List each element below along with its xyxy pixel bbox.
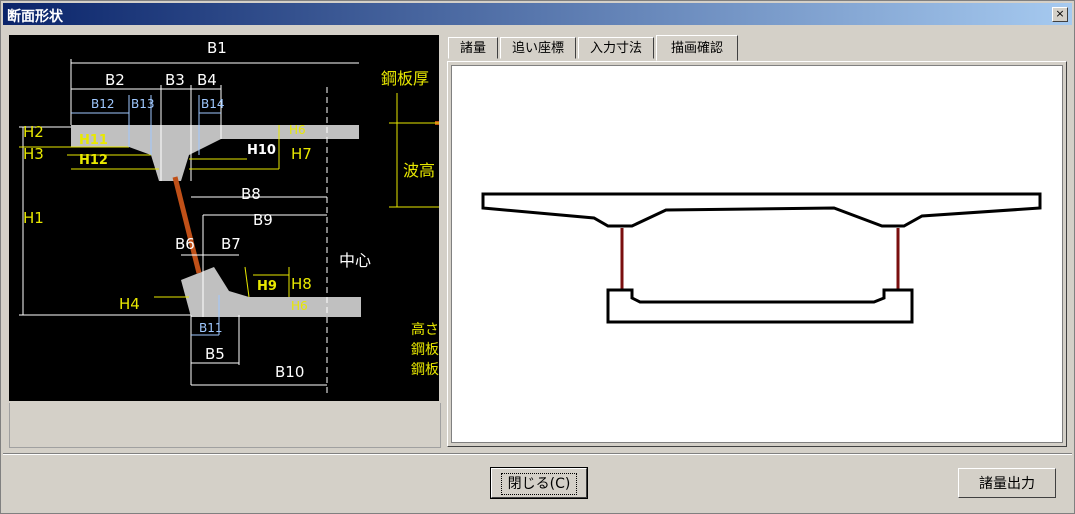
dim-label-h7: H7 xyxy=(291,145,312,163)
dim-label-b10: B10 xyxy=(275,363,305,381)
preview-upper-deck xyxy=(481,192,1042,228)
dim-label-b4: B4 xyxy=(197,71,217,89)
dim-label-b8: B8 xyxy=(241,185,261,203)
tab-tracking-coordinates[interactable]: 追い座標 xyxy=(500,37,576,59)
tab-quantities[interactable]: 諸量 xyxy=(448,37,498,59)
dim-label-h3: H3 xyxy=(23,145,44,163)
dim-label-h8: H8 xyxy=(291,275,312,293)
dim-label-b14: B14 xyxy=(201,97,225,111)
dim-label-b2: B2 xyxy=(105,71,125,89)
dim-label-h4: H4 xyxy=(119,295,140,313)
label-wave-height: 波高 xyxy=(403,161,436,180)
close-button-label: 閉じる(C) xyxy=(500,473,578,495)
tab-drawing-check[interactable]: 描画確認 xyxy=(656,35,738,61)
dim-label-b1: B1 xyxy=(207,39,227,57)
output-quantities-button[interactable]: 諸量出力 xyxy=(958,468,1056,498)
dim-label-h10: H10 xyxy=(247,143,276,158)
dim-label-h1: H1 xyxy=(23,209,44,227)
dim-label-b7: B7 xyxy=(221,235,241,253)
footer-separator xyxy=(3,453,1072,455)
dim-label-b3: B3 xyxy=(165,71,185,89)
dim-label-b12: B12 xyxy=(91,97,115,111)
dim-label-b6: B6 xyxy=(175,235,195,253)
dim-label-b9: B9 xyxy=(253,211,273,229)
dim-label-h6-lower: H6 xyxy=(291,299,308,313)
left-lower-panel xyxy=(9,403,441,448)
label-steel-thickness: 鋼板厚 xyxy=(381,69,430,88)
dim-label-h12: H12 xyxy=(79,153,108,168)
dim-label-h6-upper: H6 xyxy=(289,123,306,137)
label-center: 中心 xyxy=(339,251,372,270)
dim-label-b13: B13 xyxy=(131,97,155,111)
steel-web-line xyxy=(172,176,202,274)
close-button[interactable]: 閉じる(C) xyxy=(490,467,588,499)
tab-input-dimensions[interactable]: 入力寸法 xyxy=(578,37,654,59)
label-steel-2: 鋼板 xyxy=(411,362,439,378)
tab-strip: 諸量 追い座標 入力寸法 描画確認 xyxy=(448,35,1068,61)
window-title: 断面形状 xyxy=(7,9,63,25)
dim-label-b5: B5 xyxy=(205,345,225,363)
section-preview xyxy=(481,192,1042,324)
tab-panel xyxy=(447,61,1067,447)
dim-label-h9: H9 xyxy=(257,279,277,294)
dialog-window: 断面形状 × B1 B2 B3 B4 B12 B13 B14 H2 H3 H11… xyxy=(0,0,1075,514)
dim-label-h11: H11 xyxy=(79,133,108,148)
cross-section-diagram: B1 B2 B3 B4 B12 B13 B14 H2 H3 H11 H12 H1… xyxy=(9,35,439,401)
label-height: 高さ xyxy=(411,322,439,338)
close-icon[interactable]: × xyxy=(1052,7,1068,22)
label-steel-1: 鋼板 xyxy=(411,342,439,358)
drawing-canvas xyxy=(451,65,1063,443)
dim-label-b11: B11 xyxy=(199,321,223,335)
dim-label-h2: H2 xyxy=(23,123,44,141)
preview-lower-flange xyxy=(606,288,914,324)
title-bar[interactable]: 断面形状 × xyxy=(3,3,1072,25)
upper-deck-shape xyxy=(71,125,359,181)
